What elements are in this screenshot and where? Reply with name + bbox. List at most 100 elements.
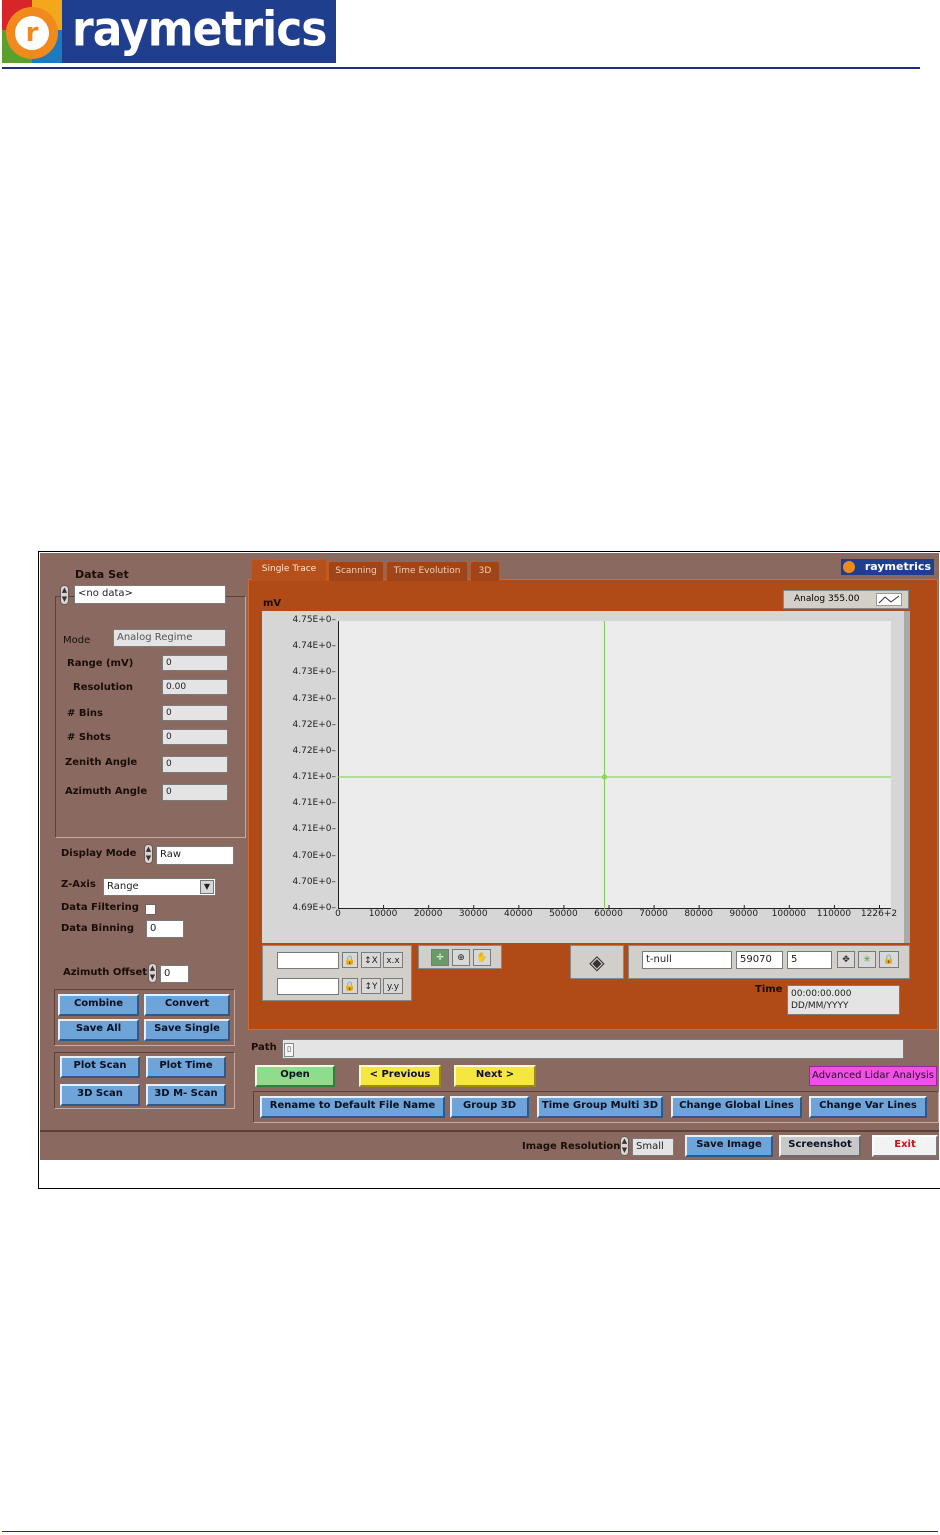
cursor-x-field[interactable]: 59070 [736, 951, 783, 969]
cursor-move-arrows-icon[interactable]: ✥ [837, 951, 855, 968]
x-lock-icon[interactable]: 🔒 [342, 952, 358, 968]
y-format-icon[interactable]: y.y [383, 978, 403, 994]
y-scale-field[interactable] [277, 978, 339, 995]
y-lock-icon[interactable]: 🔒 [342, 978, 358, 994]
save-image-button[interactable]: Save Image [685, 1135, 773, 1157]
next-button[interactable]: Next > [454, 1065, 536, 1087]
x-autoscale-icon[interactable]: ↕X [361, 952, 381, 968]
azimuth-offset-spinner[interactable]: ▲ ▼ [148, 963, 157, 983]
save-single-button[interactable]: Save Single [144, 1019, 230, 1041]
tab-scanning[interactable]: Scanning [328, 561, 384, 581]
cursor-name-field[interactable]: t-null [642, 951, 732, 969]
zoom-icon[interactable]: ⊕ [452, 949, 470, 966]
display-mode-spinner[interactable]: ▲ ▼ [144, 844, 153, 864]
exit-button[interactable]: Exit [872, 1135, 938, 1157]
display-mode-field[interactable]: Raw [156, 846, 234, 865]
y-tick-label: 4.71E+0– [292, 798, 337, 809]
path-field[interactable]: ▯ [282, 1039, 904, 1059]
plot-legend[interactable]: Analog 355.00 [783, 590, 909, 609]
crosshair-icon[interactable]: ✛ [431, 949, 449, 966]
x-tick-label: 1226+2 [860, 909, 898, 919]
group-3d-button[interactable]: Group 3D [450, 1096, 529, 1118]
path-label: Path [251, 1042, 277, 1053]
cursor-lock-icon[interactable]: 🔒 [879, 951, 899, 968]
convert-button[interactable]: Convert [144, 994, 230, 1016]
data-set-input[interactable]: <no data> [74, 585, 226, 604]
time-group-multi-3d-button[interactable]: Time Group Multi 3D [537, 1096, 663, 1118]
rename-default-button[interactable]: Rename to Default File Name [260, 1096, 445, 1118]
chevron-down-icon: ▼ [200, 880, 214, 894]
3d-scan-button[interactable]: 3D Scan [60, 1084, 140, 1106]
time-label: Time [755, 984, 783, 995]
x-tick-label: 60000 [594, 909, 623, 919]
cursor-move-icon[interactable]: ◈ [570, 945, 624, 979]
y-tick-label: 4.70E+0– [292, 876, 337, 887]
browse-icon[interactable]: ▯ [284, 1043, 294, 1057]
x-format-icon[interactable]: x.x [383, 952, 403, 968]
change-global-lines-button[interactable]: Change Global Lines [671, 1096, 802, 1118]
change-var-lines-button[interactable]: Change Var Lines [809, 1096, 927, 1118]
time-field: 00:00:00.000 DD/MM/YYYY [787, 985, 900, 1015]
z-axis-select[interactable]: Range ▼ [103, 878, 216, 896]
zenith-angle-label: Zenith Angle [65, 757, 138, 768]
x-tick-label: 10000 [368, 909, 398, 919]
range-field: 0 [162, 655, 228, 671]
data-filtering-label: Data Filtering [61, 902, 139, 913]
cursor-style-icon[interactable]: ✳ [858, 951, 876, 968]
time-value: 00:00:00.000 [791, 989, 852, 999]
header-rule [2, 67, 920, 69]
tab-time-evolution[interactable]: Time Evolution [386, 561, 468, 581]
x-tick-label: 0 [335, 909, 341, 919]
status-divider [40, 1130, 939, 1132]
raymetrics-logo: r raymetrics [2, 0, 336, 63]
x-tick-label: 110000 [816, 909, 852, 919]
y-tick-label: 4.71E+0– [292, 772, 337, 783]
azimuth-offset-field[interactable]: 0 [160, 965, 189, 983]
data-binning-field[interactable]: 0 [146, 920, 184, 938]
y-axis-ticks: 4.75E+0– 4.74E+0– 4.73E+0– 4.73E+0– 4.72E+0–… [262, 611, 338, 943]
plot-area[interactable] [338, 621, 891, 909]
resolution-label: Resolution [73, 682, 134, 693]
x-tick-label: 50000 [549, 909, 578, 919]
z-axis-value: Range [107, 881, 139, 892]
hand-icon[interactable]: ✋ [473, 949, 491, 966]
data-set-spinner[interactable]: ▲ ▼ [60, 585, 69, 605]
open-button[interactable]: Open [255, 1065, 335, 1087]
y-tick-label: 4.72E+0– [292, 745, 337, 756]
3d-m-scan-button[interactable]: 3D M- Scan [146, 1084, 226, 1106]
azimuth-angle-label: Azimuth Angle [65, 786, 148, 797]
logo-mark-icon [843, 561, 855, 573]
cursor-y-field[interactable]: 5 [787, 951, 832, 969]
azimuth-offset-label: Azimuth Offset [63, 967, 148, 978]
y-axis-label: mV [263, 598, 282, 609]
zenith-angle-field: 0 [162, 756, 228, 773]
z-axis-label: Z-Axis [61, 879, 96, 890]
combine-button[interactable]: Combine [58, 994, 139, 1016]
image-resolution-spinner[interactable]: ▲ ▼ [620, 1136, 629, 1156]
azimuth-angle-field: 0 [162, 784, 228, 801]
plot-scan-button[interactable]: Plot Scan [60, 1056, 140, 1078]
resolution-field: 0.00 [162, 679, 228, 695]
advanced-lidar-analysis-button[interactable]: Advanced Lidar Analysis [809, 1066, 937, 1086]
x-tick-label: 80000 [684, 909, 713, 919]
tab-3d[interactable]: 3D [470, 561, 500, 581]
shots-label: # Shots [67, 732, 111, 743]
image-resolution-label: Image Resolution [522, 1141, 621, 1152]
x-axis-ticks: 0 10000 20000 30000 40000 50000 60000 70000 8000… [335, 909, 908, 927]
screenshot-button[interactable]: Screenshot [779, 1135, 861, 1157]
data-filtering-checkbox[interactable] [145, 904, 156, 915]
y-tick-label: 4.71E+0– [292, 824, 337, 835]
y-autoscale-icon[interactable]: ↕Y [361, 978, 381, 994]
image-resolution-field[interactable]: Small [632, 1138, 674, 1156]
tab-single-trace[interactable]: Single Trace [251, 559, 327, 581]
x-scale-field[interactable] [277, 952, 339, 969]
panel-logo: raymetrics [841, 559, 934, 575]
y-tick-label: 4.73E+0– [292, 693, 337, 704]
plot-background [338, 621, 891, 909]
plot-time-button[interactable]: Plot Time [146, 1056, 226, 1078]
data-set-label: Data Set [75, 568, 129, 581]
previous-button[interactable]: < Previous [359, 1065, 441, 1087]
lidar-app-window: Data Set ▲ ▼ <no data> Mode Analog Regime… [40, 553, 939, 1160]
x-tick-label: 100000 [771, 909, 806, 919]
save-all-button[interactable]: Save All [58, 1019, 139, 1041]
